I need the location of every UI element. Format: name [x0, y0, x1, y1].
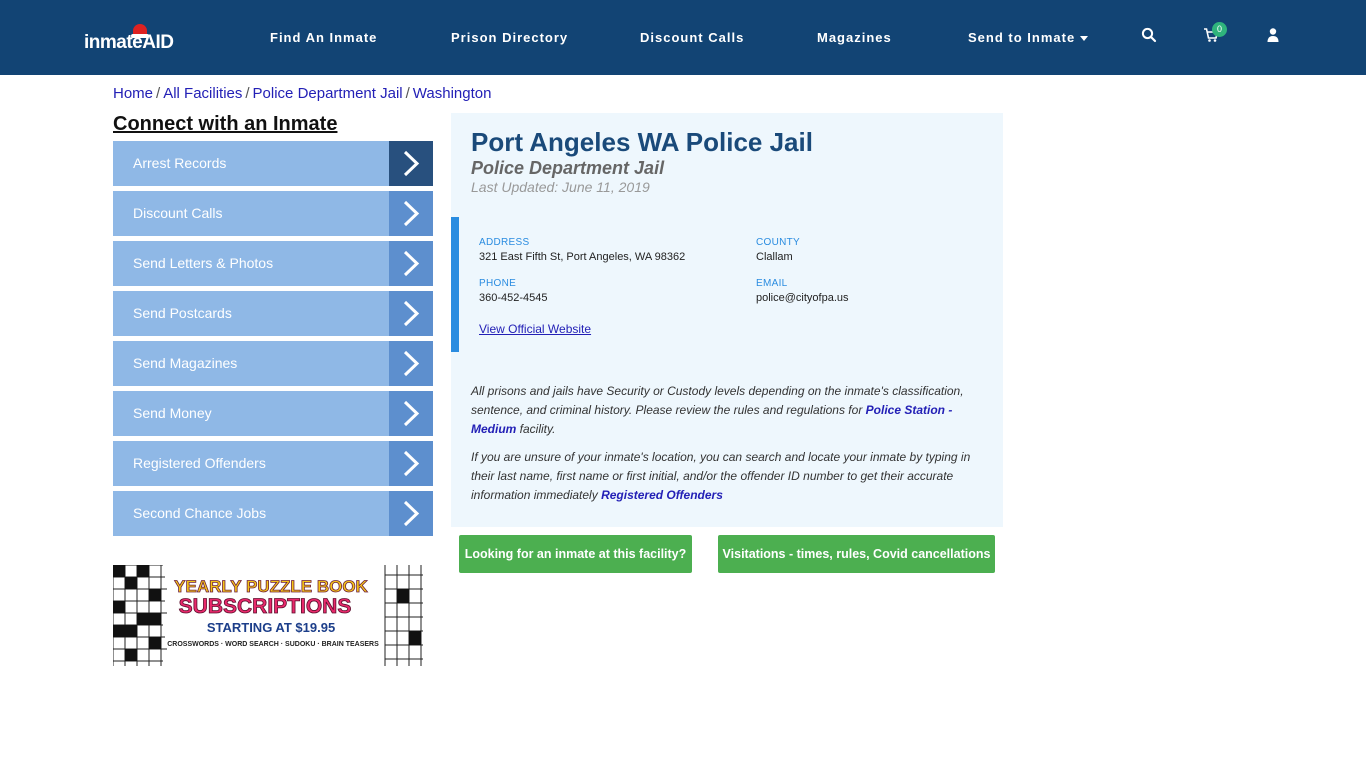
facility-card: Port Angeles WA Police Jail Police Depar…	[451, 113, 1003, 527]
nav-send-to-inmate-label: Send to Inmate	[968, 30, 1076, 45]
breadcrumb-all-facilities[interactable]: All Facilities	[163, 85, 242, 102]
email-value[interactable]: police@cityofpa.us	[756, 292, 849, 304]
breadcrumb-washington[interactable]: Washington	[413, 85, 492, 102]
accent-bar	[451, 217, 459, 352]
registered-offenders-link[interactable]: Registered Offenders	[601, 488, 723, 502]
sidebar-item-second-chance-jobs[interactable]: Second Chance Jobs	[113, 491, 433, 536]
security-levels-paragraph: All prisons and jails have Security or C…	[471, 382, 971, 439]
chevron-right-icon	[389, 241, 433, 286]
facility-last-updated: Last Updated: June 11, 2019	[471, 179, 650, 195]
sidebar-item-label: Registered Offenders	[133, 455, 266, 471]
breadcrumb-separator: /	[405, 85, 410, 102]
county-label: COUNTY	[756, 237, 801, 248]
looking-for-inmate-button[interactable]: Looking for an inmate at this facility?	[459, 535, 692, 573]
chevron-right-icon	[389, 291, 433, 336]
chevron-right-icon	[389, 391, 433, 436]
breadcrumb: Home / All Facilities / Police Department Ja…	[113, 85, 491, 102]
sidebar-menu: Arrest Records Discount Calls Send Lette…	[113, 141, 433, 541]
sidebar-item-send-money[interactable]: Send Money	[113, 391, 433, 436]
breadcrumb-separator: /	[245, 85, 250, 102]
chevron-right-icon	[389, 191, 433, 236]
phone-value[interactable]: 360-452-4545	[479, 292, 548, 304]
address-label: ADDRESS	[479, 237, 530, 248]
facility-type: Police Department Jail	[471, 158, 665, 178]
sidebar-item-send-postcards[interactable]: Send Postcards	[113, 291, 433, 336]
chevron-right-icon	[389, 341, 433, 386]
breadcrumb-home[interactable]: Home	[113, 85, 153, 102]
puzzle-subscription-ad[interactable]: YEARLY PUZZLE BOOK SUBSCRIPTIONS STARTIN…	[113, 565, 423, 666]
user-icon[interactable]	[1265, 27, 1281, 45]
top-navbar: inmateAID Find An Inmate Prison Director…	[0, 0, 1366, 75]
county-value: Clallam	[756, 251, 793, 263]
chevron-right-icon	[389, 441, 433, 486]
nav-find-an-inmate[interactable]: Find An Inmate	[270, 30, 377, 45]
sidebar-item-send-magazines[interactable]: Send Magazines	[113, 341, 433, 386]
nav-prison-directory[interactable]: Prison Directory	[451, 30, 568, 45]
nav-discount-calls[interactable]: Discount Calls	[640, 30, 744, 45]
visitations-button[interactable]: Visitations - times, rules, Covid cancel…	[718, 535, 995, 573]
crossword-grid-graphic: YEARLY PUZZLE BOOK SUBSCRIPTIONS STARTIN…	[113, 565, 423, 666]
sidebar-item-label: Send Postcards	[133, 305, 232, 321]
nav-magazines[interactable]: Magazines	[817, 30, 892, 45]
facility-contact-panel: ADDRESS 321 East Fifth St, Port Angeles,…	[451, 217, 1003, 352]
ad-line-4: CROSSWORDS · WORD SEARCH · SUDOKU · BRAI…	[167, 641, 379, 648]
ad-line-1: YEARLY PUZZLE BOOK	[174, 577, 368, 596]
sidebar-item-discount-calls[interactable]: Discount Calls	[113, 191, 433, 236]
breadcrumb-police-department-jail[interactable]: Police Department Jail	[253, 85, 403, 102]
sidebar-item-label: Second Chance Jobs	[133, 505, 267, 521]
ad-line-2: SUBSCRIPTIONS	[179, 595, 352, 618]
ad-line-3: STARTING AT $19.95	[207, 620, 335, 635]
sidebar-item-label: Send Money	[133, 405, 212, 421]
sidebar-item-send-letters-photos[interactable]: Send Letters & Photos	[113, 241, 433, 286]
sidebar-item-label: Discount Calls	[133, 205, 223, 221]
sidebar-item-label: Send Letters & Photos	[133, 255, 274, 271]
cart-count-badge: 0	[1212, 22, 1227, 37]
nav-send-to-inmate[interactable]: Send to Inmate	[968, 30, 1089, 45]
chevron-right-icon	[389, 491, 433, 536]
breadcrumb-separator: /	[156, 85, 161, 102]
facility-title: Port Angeles WA Police Jail	[471, 127, 813, 157]
view-official-website-link[interactable]: View Official Website	[479, 322, 591, 336]
sidebar-item-registered-offenders[interactable]: Registered Offenders	[113, 441, 433, 486]
search-icon[interactable]	[1141, 27, 1157, 45]
sidebar-title: Connect with an Inmate	[113, 113, 338, 135]
security-text-end: facility.	[516, 422, 556, 436]
caret-down-icon	[1080, 36, 1089, 42]
search-info-paragraph: If you are unsure of your inmate's locat…	[471, 448, 971, 505]
sidebar-item-label: Arrest Records	[133, 155, 227, 171]
sidebar-item-arrest-records[interactable]: Arrest Records	[113, 141, 433, 186]
email-label: EMAIL	[756, 278, 788, 289]
logo-text: inmateAID	[84, 32, 174, 53]
chevron-right-icon	[389, 141, 433, 186]
sidebar-item-label: Send Magazines	[133, 355, 238, 371]
inmateaid-logo[interactable]: inmateAID	[84, 22, 184, 56]
address-value: 321 East Fifth St, Port Angeles, WA 9836…	[479, 251, 686, 263]
phone-label: PHONE	[479, 278, 517, 289]
